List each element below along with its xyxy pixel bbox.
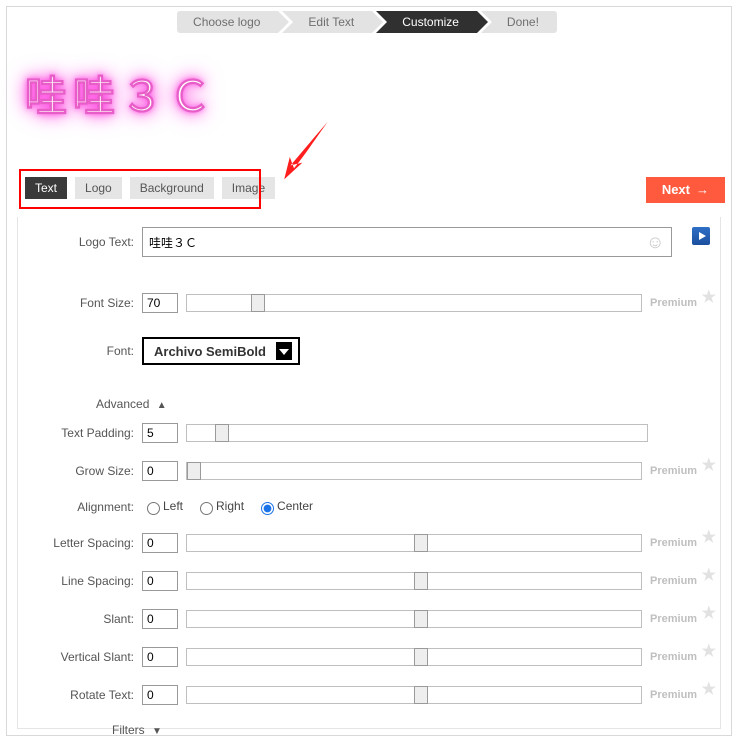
slant-label: Slant: <box>18 612 142 626</box>
letter-spacing-premium-badge: Premium <box>650 537 720 549</box>
font-select[interactable]: Archivo SemiBold <box>142 337 300 365</box>
alignment-option-center[interactable]: Center <box>256 499 313 515</box>
chevron-down-icon <box>276 342 292 360</box>
vertical-slant-slider-thumb[interactable] <box>414 648 428 666</box>
tab-image[interactable]: Image <box>222 177 275 199</box>
slant-slider[interactable] <box>186 610 642 628</box>
alignment-option-left[interactable]: Left <box>142 499 183 515</box>
text-padding-slider-thumb[interactable] <box>215 424 229 442</box>
letter-spacing-label: Letter Spacing: <box>18 537 142 549</box>
chevron-up-icon: ▲ <box>157 400 167 411</box>
grow-size-label: Grow Size: <box>18 464 142 478</box>
form-content: Logo Text: ☺ Font Size: Premium Font: Ar… <box>17 217 721 729</box>
next-button-label: Next <box>662 177 690 203</box>
wizard-steps: Choose logo Edit Text Customize Done! <box>7 7 731 33</box>
annotation-arrow-icon <box>273 115 343 185</box>
wizard-step-edit-text[interactable]: Edit Text <box>282 11 372 33</box>
tab-logo[interactable]: Logo <box>75 177 122 199</box>
line-spacing-label: Line Spacing: <box>18 574 142 588</box>
logo-preview: 哇哇３Ｃ <box>25 63 217 124</box>
rotate-text-slider-thumb[interactable] <box>414 686 428 704</box>
line-spacing-slider[interactable] <box>186 572 642 590</box>
vertical-slant-input[interactable] <box>142 647 178 667</box>
filters-toggle[interactable]: Filters ▼ <box>112 723 162 737</box>
font-select-value: Archivo SemiBold <box>154 344 266 359</box>
rotate-text-premium-badge: Premium <box>650 689 720 701</box>
arrow-right-icon: → <box>696 177 709 203</box>
font-size-slider[interactable] <box>186 294 642 312</box>
letter-spacing-slider-thumb[interactable] <box>414 534 428 552</box>
slant-input[interactable] <box>142 609 178 629</box>
font-size-premium-badge: Premium <box>650 297 720 309</box>
rotate-text-input[interactable] <box>142 685 178 705</box>
advanced-toggle-label: Advanced <box>96 397 149 411</box>
letter-spacing-input[interactable] <box>142 533 178 553</box>
letter-spacing-slider[interactable] <box>186 534 642 552</box>
slant-slider-thumb[interactable] <box>414 610 428 628</box>
alignment-label: Alignment: <box>18 500 142 514</box>
alignment-radio-center[interactable] <box>261 502 274 515</box>
chevron-down-icon: ▼ <box>152 726 162 737</box>
font-label: Font: <box>18 344 142 358</box>
text-padding-label: Text Padding: <box>18 426 142 440</box>
font-size-slider-thumb[interactable] <box>251 294 265 312</box>
text-padding-input[interactable] <box>142 423 178 443</box>
help-video-icon[interactable] <box>692 227 710 245</box>
font-size-label: Font Size: <box>18 296 142 310</box>
slant-premium-badge: Premium <box>650 613 720 625</box>
tab-text[interactable]: Text <box>25 177 67 199</box>
line-spacing-slider-thumb[interactable] <box>414 572 428 590</box>
rotate-text-slider[interactable] <box>186 686 642 704</box>
text-padding-slider[interactable] <box>186 424 648 442</box>
grow-size-slider-thumb[interactable] <box>187 462 201 480</box>
alignment-radio-right[interactable] <box>200 502 213 515</box>
advanced-toggle[interactable]: Advanced ▲ <box>96 397 167 411</box>
logo-text-label: Logo Text: <box>18 235 142 249</box>
next-button[interactable]: Next → <box>646 177 725 203</box>
vertical-slant-premium-badge: Premium <box>650 651 720 663</box>
grow-size-slider[interactable] <box>186 462 642 480</box>
filters-toggle-label: Filters <box>112 723 145 737</box>
font-size-input[interactable] <box>142 293 178 313</box>
rotate-text-label: Rotate Text: <box>18 688 142 702</box>
grow-size-input[interactable] <box>142 461 178 481</box>
alignment-radio-left[interactable] <box>147 502 160 515</box>
wizard-step-done[interactable]: Done! <box>481 11 557 33</box>
vertical-slant-slider[interactable] <box>186 648 642 666</box>
tab-background[interactable]: Background <box>130 177 214 199</box>
wizard-step-choose-logo[interactable]: Choose logo <box>177 11 278 33</box>
vertical-slant-label: Vertical Slant: <box>18 650 142 664</box>
logo-text-input[interactable] <box>142 227 672 257</box>
wizard-step-customize[interactable]: Customize <box>376 11 477 33</box>
line-spacing-input[interactable] <box>142 571 178 591</box>
line-spacing-premium-badge: Premium <box>650 575 720 587</box>
emoji-picker-icon[interactable]: ☺ <box>646 232 664 253</box>
grow-size-premium-badge: Premium <box>650 465 720 477</box>
editor-tabs: Text Logo Background Image <box>25 177 275 199</box>
alignment-option-right[interactable]: Right <box>195 499 244 515</box>
